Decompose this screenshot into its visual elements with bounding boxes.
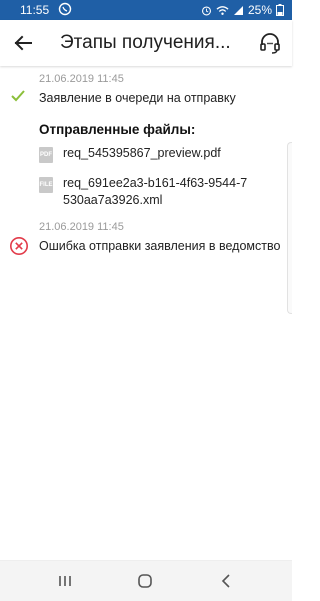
system-nav-bar <box>0 560 292 601</box>
headset-support-icon[interactable] <box>258 31 282 55</box>
entry-status-text: Ошибка отправки заявления в ведомство <box>39 239 281 253</box>
file-item[interactable]: FILE req_691ee2a3-b161-4f63-9544-7530aa7… <box>39 175 259 209</box>
sent-files-title: Отправленные файлы: <box>39 122 196 137</box>
scroll-edge-tab[interactable] <box>287 142 292 314</box>
generic-file-icon: FILE <box>39 177 53 193</box>
file-item[interactable]: PDF req_545395867_preview.pdf <box>39 145 221 163</box>
viber-icon <box>58 2 72 16</box>
error-icon <box>10 237 28 255</box>
file-name: req_545395867_preview.pdf <box>63 146 221 160</box>
status-bar: 11:55 25% <box>0 0 292 20</box>
pdf-file-icon: PDF <box>39 147 53 163</box>
back-nav-icon[interactable] <box>216 571 236 591</box>
status-time: 11:55 <box>20 3 50 17</box>
file-name: req_691ee2a3-b161-4f63-9544-7530aa7a3926… <box>63 176 248 207</box>
battery-icon <box>276 4 284 16</box>
entry-date: 21.06.2019 11:45 <box>39 73 124 85</box>
home-icon[interactable] <box>135 571 155 591</box>
app-bar: Этапы получения... <box>0 20 292 66</box>
entry-status-text: Заявление в очереди на отправку <box>39 91 236 105</box>
status-right: 25% <box>201 3 284 17</box>
signal-icon <box>233 5 243 15</box>
battery-percent: 25% <box>247 3 272 17</box>
wifi-icon <box>216 5 229 15</box>
recent-apps-icon[interactable] <box>55 571 75 591</box>
entry-date: 21.06.2019 11:45 <box>39 221 124 233</box>
back-arrow-icon[interactable] <box>12 32 34 54</box>
check-icon <box>11 90 25 102</box>
alarm-icon <box>201 5 211 15</box>
page-title: Этапы получения... <box>60 32 230 53</box>
